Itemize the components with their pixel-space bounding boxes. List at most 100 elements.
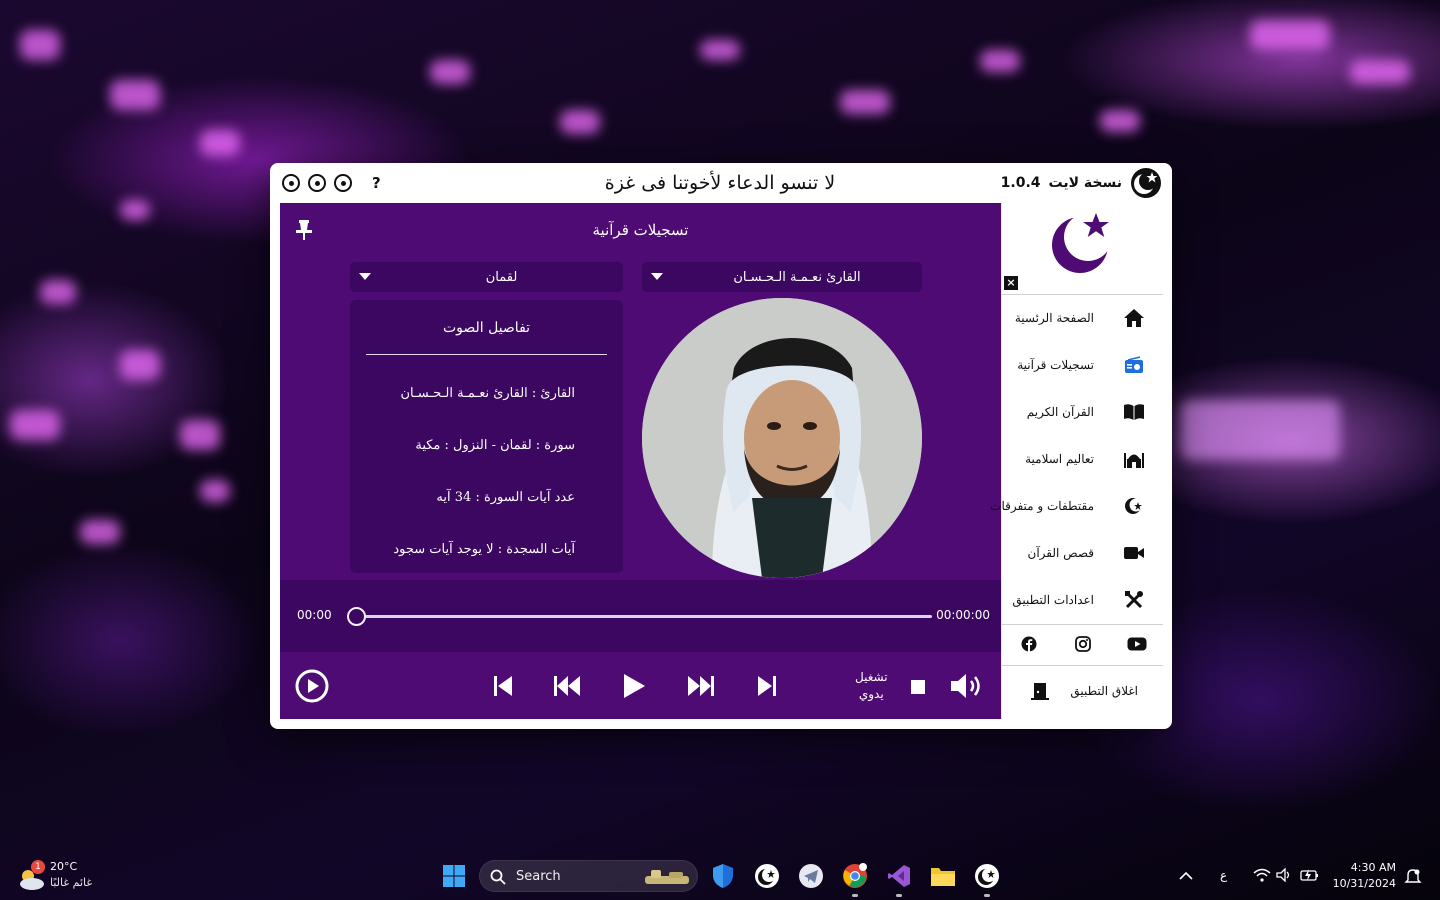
search-icon [490, 869, 506, 885]
playback-mode-line2: يدوي [858, 687, 884, 701]
seek-slider-handle[interactable] [347, 607, 366, 626]
taskbar-quran-app-active[interactable] [974, 863, 1000, 897]
chevron-down-icon [651, 273, 663, 280]
details-divider [366, 354, 607, 355]
crescent-star-logo-icon [1131, 168, 1161, 198]
instagram-icon[interactable] [1073, 634, 1093, 654]
seek-slider[interactable] [347, 607, 932, 626]
wifi-icon[interactable] [1253, 868, 1271, 882]
clock-time: 4:30 AM [1350, 861, 1396, 874]
maximize-window-button[interactable] [308, 174, 326, 192]
exit-app-label: اغلاق التطبيق [1070, 684, 1138, 698]
rewind-button[interactable] [552, 673, 582, 699]
reciter-portrait-icon [642, 298, 922, 578]
taskbar-telegram[interactable] [798, 863, 824, 889]
youtube-icon[interactable] [1127, 634, 1147, 654]
mosque-icon [1122, 447, 1146, 471]
sidebar: × الصفحة الرئسية تسجيلات قرآنية القرآن ا… [990, 203, 1164, 719]
taskbar-chrome[interactable] [842, 863, 868, 897]
taskbar-search[interactable]: Search [479, 860, 698, 892]
app-name: نسخة لايت [1048, 175, 1122, 191]
search-placeholder: Search [516, 869, 561, 884]
video-camera-icon [1122, 541, 1146, 565]
sidebar-item-home[interactable]: الصفحة الرئسية [1002, 296, 1164, 340]
sidebar-item-settings[interactable]: اعدادات التطبيق [1002, 578, 1164, 622]
playback-mode-label[interactable]: تشغيل يدوي [855, 669, 888, 703]
surah-select[interactable]: لقمان [350, 262, 623, 292]
stop-button[interactable] [910, 679, 926, 695]
sidebar-item-label: تسجيلات قرآنية [1017, 358, 1094, 372]
speaker-icon[interactable] [1276, 868, 1292, 882]
volume-button[interactable] [948, 671, 986, 701]
radio-icon [1122, 353, 1146, 377]
details-surah: سورة : لقمان - النزول : مكية [415, 438, 575, 453]
sidebar-divider [1002, 624, 1163, 625]
fast-forward-button[interactable] [686, 673, 716, 699]
app-window: ? لا تنسو الدعاء لأخوتنا فى غزة 1.0.4 نس… [270, 163, 1172, 729]
running-indicator [896, 894, 902, 897]
window-controls: ? [282, 174, 381, 192]
player-controls: تشغيل يدوي [280, 652, 1001, 719]
weather-condition: غائم غالبًا [50, 876, 93, 889]
weather-widget[interactable]: 1 20°C غائم غالبًا [16, 858, 116, 894]
notification-bell-icon[interactable] [1404, 867, 1422, 885]
battery-charging-icon[interactable] [1300, 868, 1320, 882]
play-button[interactable] [620, 672, 648, 700]
folder-icon [931, 868, 955, 886]
windows-logo-icon [443, 865, 465, 887]
visual-studio-icon [888, 865, 910, 887]
sidebar-item-islamic-teachings[interactable]: تعاليم اسلامية [1002, 437, 1164, 481]
play-circle-icon [295, 669, 329, 703]
skip-to-start-icon [494, 676, 512, 696]
start-button[interactable] [441, 863, 467, 889]
app-version: 1.0.4 [1000, 175, 1041, 191]
sidebar-item-label: الصفحة الرئسية [1014, 311, 1094, 325]
fast-forward-icon [688, 676, 714, 696]
chrome-icon [843, 863, 867, 888]
taskbar-file-explorer[interactable] [930, 863, 956, 889]
title-bar: ? لا تنسو الدعاء لأخوتنا فى غزة 1.0.4 نس… [270, 163, 1172, 203]
play-icon [624, 674, 645, 698]
facebook-icon[interactable] [1019, 634, 1039, 654]
autoplay-button[interactable] [294, 668, 330, 704]
close-window-button[interactable] [282, 174, 300, 192]
sidebar-item-recordings[interactable]: تسجيلات قرآنية [1002, 343, 1164, 387]
sidebar-item-label: القرآن الكريم [1026, 405, 1094, 419]
crescent-star-icon [975, 864, 999, 888]
sidebar-item-excerpts[interactable]: مقتطفات و متفرقات [990, 484, 1164, 528]
sidebar-divider [1002, 294, 1163, 295]
reciter-select[interactable]: القارئ نعـمـة الـحـسـان [642, 262, 922, 292]
sidebar-item-label: تعاليم اسلامية [1025, 452, 1094, 466]
sidebar-close-button[interactable]: × [1004, 276, 1018, 290]
total-time: 00:00:00 [936, 608, 990, 622]
playback-progress-area: 00:00 00:00:00 [280, 580, 1001, 652]
sidebar-item-quran-stories[interactable]: قصص القرآن [1002, 531, 1164, 575]
tools-icon [1122, 588, 1146, 612]
details-ayah-count: عدد آيات السورة : 34 آيه [436, 490, 575, 505]
playback-mode-line1: تشغيل [855, 670, 888, 684]
taskbar-security-app[interactable] [710, 863, 736, 889]
elapsed-time: 00:00 [297, 608, 332, 622]
system-clock[interactable]: 4:30 AM 10/31/2024 [1333, 860, 1396, 892]
crescent-star-logo-icon [1052, 213, 1112, 273]
help-button[interactable]: ? [372, 174, 381, 192]
shield-icon [713, 864, 733, 888]
running-indicator [984, 894, 990, 897]
volume-icon [951, 674, 980, 698]
book-icon [1122, 400, 1146, 424]
taskbar-quran-app[interactable] [754, 863, 780, 889]
app-branding: 1.0.4 نسخة لايت [1001, 167, 1162, 199]
first-track-button[interactable] [490, 673, 516, 699]
rewind-icon [554, 676, 580, 696]
skip-to-end-icon [758, 676, 776, 696]
taskbar-visual-studio[interactable] [886, 863, 912, 897]
sidebar-item-quran[interactable]: القرآن الكريم [1002, 390, 1164, 434]
sidebar-item-label: مقتطفات و متفرقات [990, 499, 1094, 513]
chevron-up-icon[interactable] [1179, 871, 1193, 881]
chevron-down-icon [359, 273, 371, 280]
minimize-window-button[interactable] [334, 174, 352, 192]
last-track-button[interactable] [754, 673, 780, 699]
exit-app-button[interactable]: اغلاق التطبيق [1002, 671, 1164, 711]
clock-date: 10/31/2024 [1332, 877, 1396, 890]
input-language[interactable]: ع [1220, 868, 1227, 882]
